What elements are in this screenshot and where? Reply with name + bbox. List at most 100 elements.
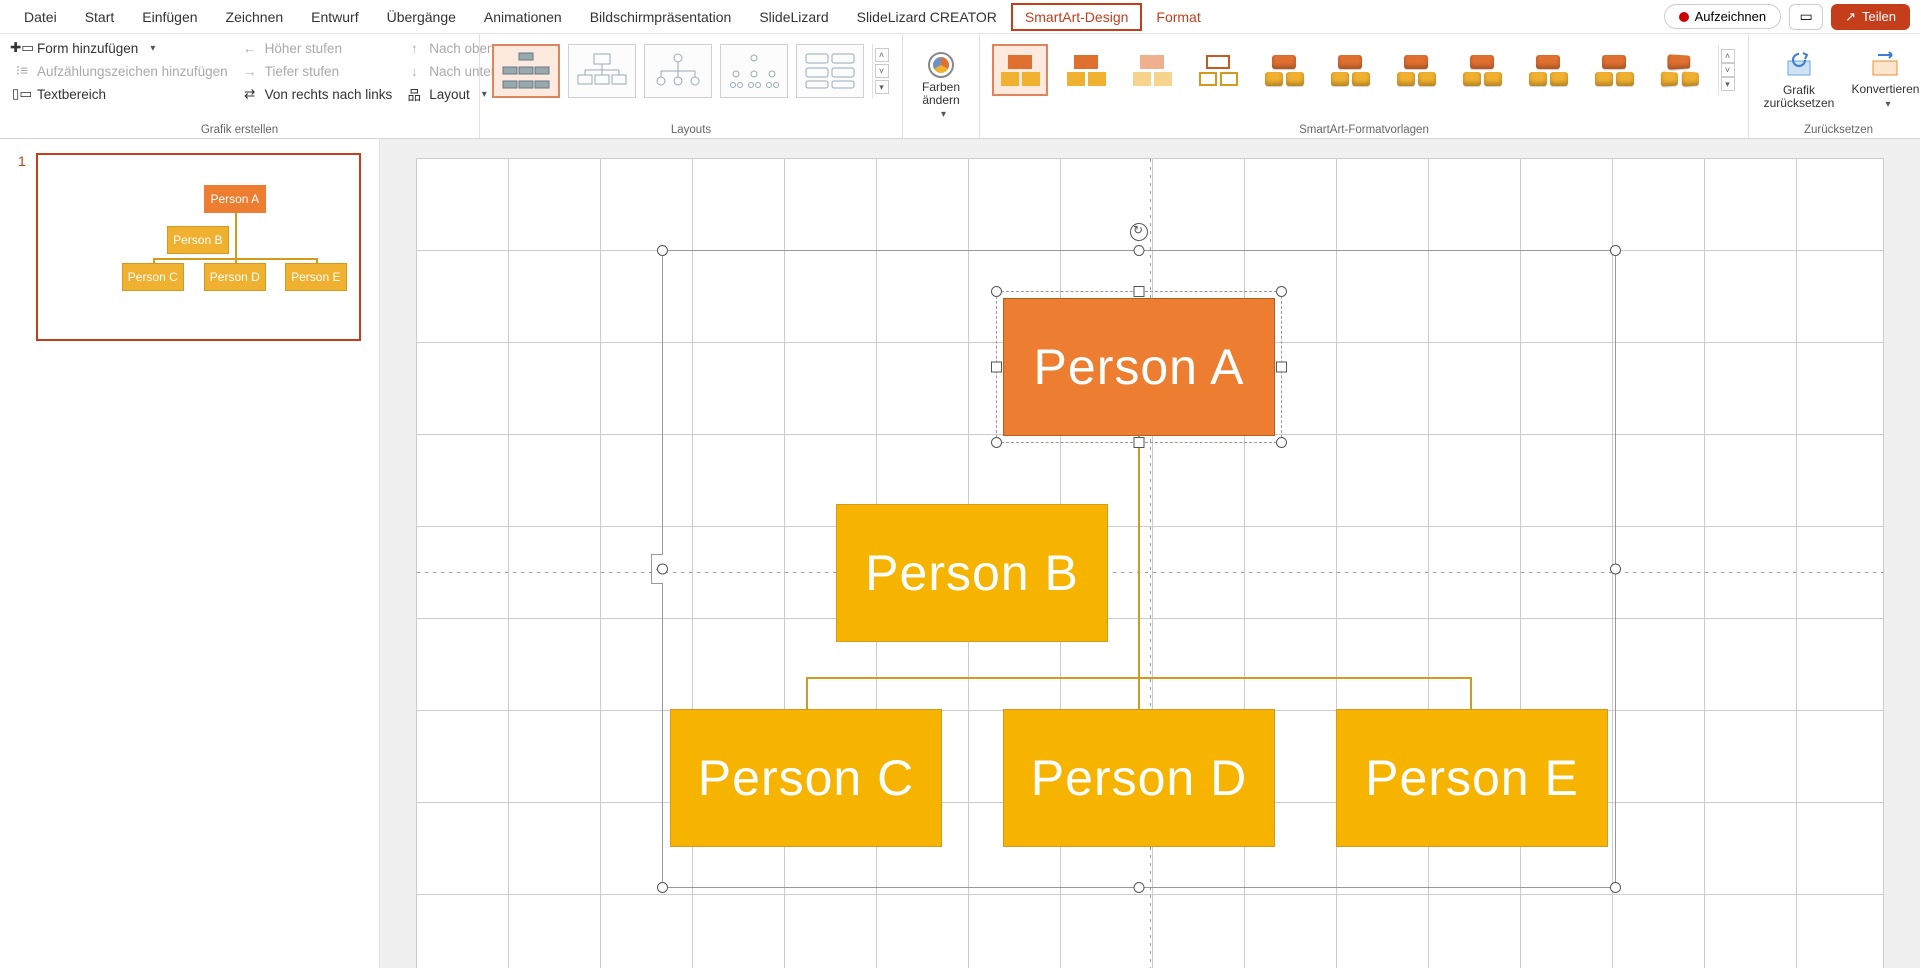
tab-format[interactable]: Format xyxy=(1142,3,1214,31)
tab-datei[interactable]: Datei xyxy=(10,3,71,31)
layout-label: Layout xyxy=(429,87,470,102)
layout-option-2[interactable] xyxy=(568,44,636,98)
text-pane-button[interactable]: ▯▭ Textbereich xyxy=(10,84,232,104)
style-option-10[interactable] xyxy=(1586,44,1642,96)
layout-scroll-up[interactable]: ˄ xyxy=(875,48,889,62)
tab-bildschirmpraesentation[interactable]: Bildschirmpräsentation xyxy=(576,3,746,31)
resize-handle-w[interactable] xyxy=(657,564,668,575)
layout-expand[interactable]: ▾ xyxy=(875,80,889,94)
change-colors-button[interactable]: Farben ändern ▾ xyxy=(913,47,969,126)
tab-slidelizard-creator[interactable]: SlideLizard CREATOR xyxy=(843,3,1011,31)
resize-handle-se[interactable] xyxy=(1610,882,1621,893)
chevron-down-icon: ▾ xyxy=(1885,99,1890,110)
thumb-node-c: Person C xyxy=(122,263,184,291)
style-option-4[interactable] xyxy=(1190,44,1246,96)
rtl-button[interactable]: ⇄ Von rechts nach links xyxy=(238,84,397,104)
style-scroll-up[interactable]: ˄ xyxy=(1721,49,1735,63)
share-label: Teilen xyxy=(1862,9,1896,24)
tab-zeichnen[interactable]: Zeichnen xyxy=(212,3,298,31)
rtl-icon: ⇄ xyxy=(242,86,258,102)
layout-thumb-icon xyxy=(803,51,857,91)
chevron-down-icon: ▾ xyxy=(941,109,946,120)
resize-handle-s[interactable] xyxy=(1134,882,1145,893)
share-button[interactable]: ↗ Teilen xyxy=(1831,4,1910,30)
menubar-tabs: Datei Start Einfügen Zeichnen Entwurf Üb… xyxy=(10,3,1215,31)
convert-button[interactable]: Konvertieren ▾ xyxy=(1853,45,1918,114)
style-option-2[interactable] xyxy=(1058,44,1114,96)
layout-thumb-icon xyxy=(575,51,629,91)
tab-slidelizard[interactable]: SlideLizard xyxy=(745,3,842,31)
palette-icon xyxy=(928,52,954,78)
ribbon-group-label xyxy=(913,134,969,136)
menubar: Datei Start Einfügen Zeichnen Entwurf Üb… xyxy=(0,0,1920,34)
add-bullet-label: Aufzählungszeichen hinzufügen xyxy=(37,64,228,79)
text-pane-icon: ▯▭ xyxy=(14,86,30,102)
tab-einfuegen[interactable]: Einfügen xyxy=(128,3,211,31)
ribbon-group-colors: Farben ändern ▾ xyxy=(903,34,980,138)
layout-icon: 品 xyxy=(406,86,422,102)
rotate-handle[interactable] xyxy=(1130,223,1148,241)
present-mode-button[interactable]: ▭ xyxy=(1789,4,1823,30)
style-option-7[interactable] xyxy=(1388,44,1444,96)
style-option-6[interactable] xyxy=(1322,44,1378,96)
rtl-label: Von rechts nach links xyxy=(265,87,393,102)
convert-label: Konvertieren xyxy=(1851,82,1919,96)
ribbon-group-layouts: ˄ ˅ ▾ Layouts xyxy=(480,34,903,138)
chevron-down-icon[interactable]: ▾ xyxy=(150,43,155,54)
tab-uebergaenge[interactable]: Übergänge xyxy=(373,3,470,31)
layout-scroll-down[interactable]: ˅ xyxy=(875,64,889,78)
style-option-3[interactable] xyxy=(1124,44,1180,96)
ribbon-group-label: SmartArt-Formatvorlagen xyxy=(990,122,1738,136)
slide-canvas[interactable]: Person B Person C Person D Person E Pers… xyxy=(417,159,1883,968)
resize-handle-sw[interactable] xyxy=(657,882,668,893)
ribbon-group-styles: ˄ ˅ ▾ SmartArt-Formatvorlagen xyxy=(980,34,1749,138)
slide-thumb-canvas: Person A Person B Person C Person D Pers… xyxy=(36,153,361,341)
resize-handle-e[interactable] xyxy=(1610,564,1621,575)
slide-number: 1 xyxy=(18,153,26,341)
tab-smartart-design[interactable]: SmartArt-Design xyxy=(1011,3,1142,31)
text-pane-label: Textbereich xyxy=(37,87,106,102)
demote-icon: → xyxy=(242,63,258,79)
layout-option-4[interactable] xyxy=(720,44,788,98)
smartart-frame[interactable]: ‹ xyxy=(662,250,1616,888)
reset-graphic-button[interactable]: Grafik zurücksetzen xyxy=(1759,46,1839,114)
ribbon-group-label: Layouts xyxy=(490,122,892,136)
style-option-9[interactable] xyxy=(1520,44,1576,96)
promote-label: Höher stufen xyxy=(265,41,342,56)
layout-thumb-icon xyxy=(727,51,781,91)
layout-option-5[interactable] xyxy=(796,44,864,98)
style-option-1[interactable] xyxy=(992,44,1048,96)
add-shape-label: Form hinzufügen xyxy=(37,41,138,56)
resize-handle-n[interactable] xyxy=(1134,245,1145,256)
move-up-icon: ↑ xyxy=(406,40,422,56)
slide-edit-area: Person B Person C Person D Person E Pers… xyxy=(380,139,1920,968)
record-button[interactable]: Aufzeichnen xyxy=(1664,4,1782,29)
layout-option-3[interactable] xyxy=(644,44,712,98)
resize-handle-nw[interactable] xyxy=(657,245,668,256)
layout-gallery-scroller: ˄ ˅ ▾ xyxy=(872,44,890,98)
tab-start[interactable]: Start xyxy=(71,3,129,31)
style-option-11[interactable] xyxy=(1652,44,1708,96)
ribbon-group-label: Zurücksetzen xyxy=(1759,122,1918,136)
thumb-node-b: Person B xyxy=(167,226,229,254)
layout-thumb-icon xyxy=(499,51,553,91)
tab-animationen[interactable]: Animationen xyxy=(470,3,576,31)
layout-option-1[interactable] xyxy=(492,44,560,98)
reset-graphic-label: Grafik zurücksetzen xyxy=(1764,84,1835,109)
style-expand[interactable]: ▾ xyxy=(1721,77,1735,91)
layout-thumb-icon xyxy=(651,51,705,91)
ribbon-group-grafik-erstellen: ✚▭ Form hinzufügen ▾ ⁝≡ Aufzählungszeich… xyxy=(0,34,480,138)
present-icon: ▭ xyxy=(1800,8,1813,25)
tab-entwurf[interactable]: Entwurf xyxy=(297,3,372,31)
style-option-8[interactable] xyxy=(1454,44,1510,96)
workspace: 1 Person A Person B Person C Person D Pe… xyxy=(0,139,1920,968)
layout-gallery: ˄ ˅ ▾ xyxy=(490,38,892,104)
resize-handle-ne[interactable] xyxy=(1610,245,1621,256)
style-scroll-down[interactable]: ˅ xyxy=(1721,63,1735,77)
change-colors-label: Farben ändern xyxy=(922,80,960,107)
slide-thumbnail-1[interactable]: 1 Person A Person B Person C Person D Pe… xyxy=(18,153,361,341)
add-shape-icon: ✚▭ xyxy=(14,40,30,56)
add-shape-button[interactable]: ✚▭ Form hinzufügen ▾ xyxy=(10,38,232,58)
record-label: Aufzeichnen xyxy=(1695,9,1767,24)
style-option-5[interactable] xyxy=(1256,44,1312,96)
